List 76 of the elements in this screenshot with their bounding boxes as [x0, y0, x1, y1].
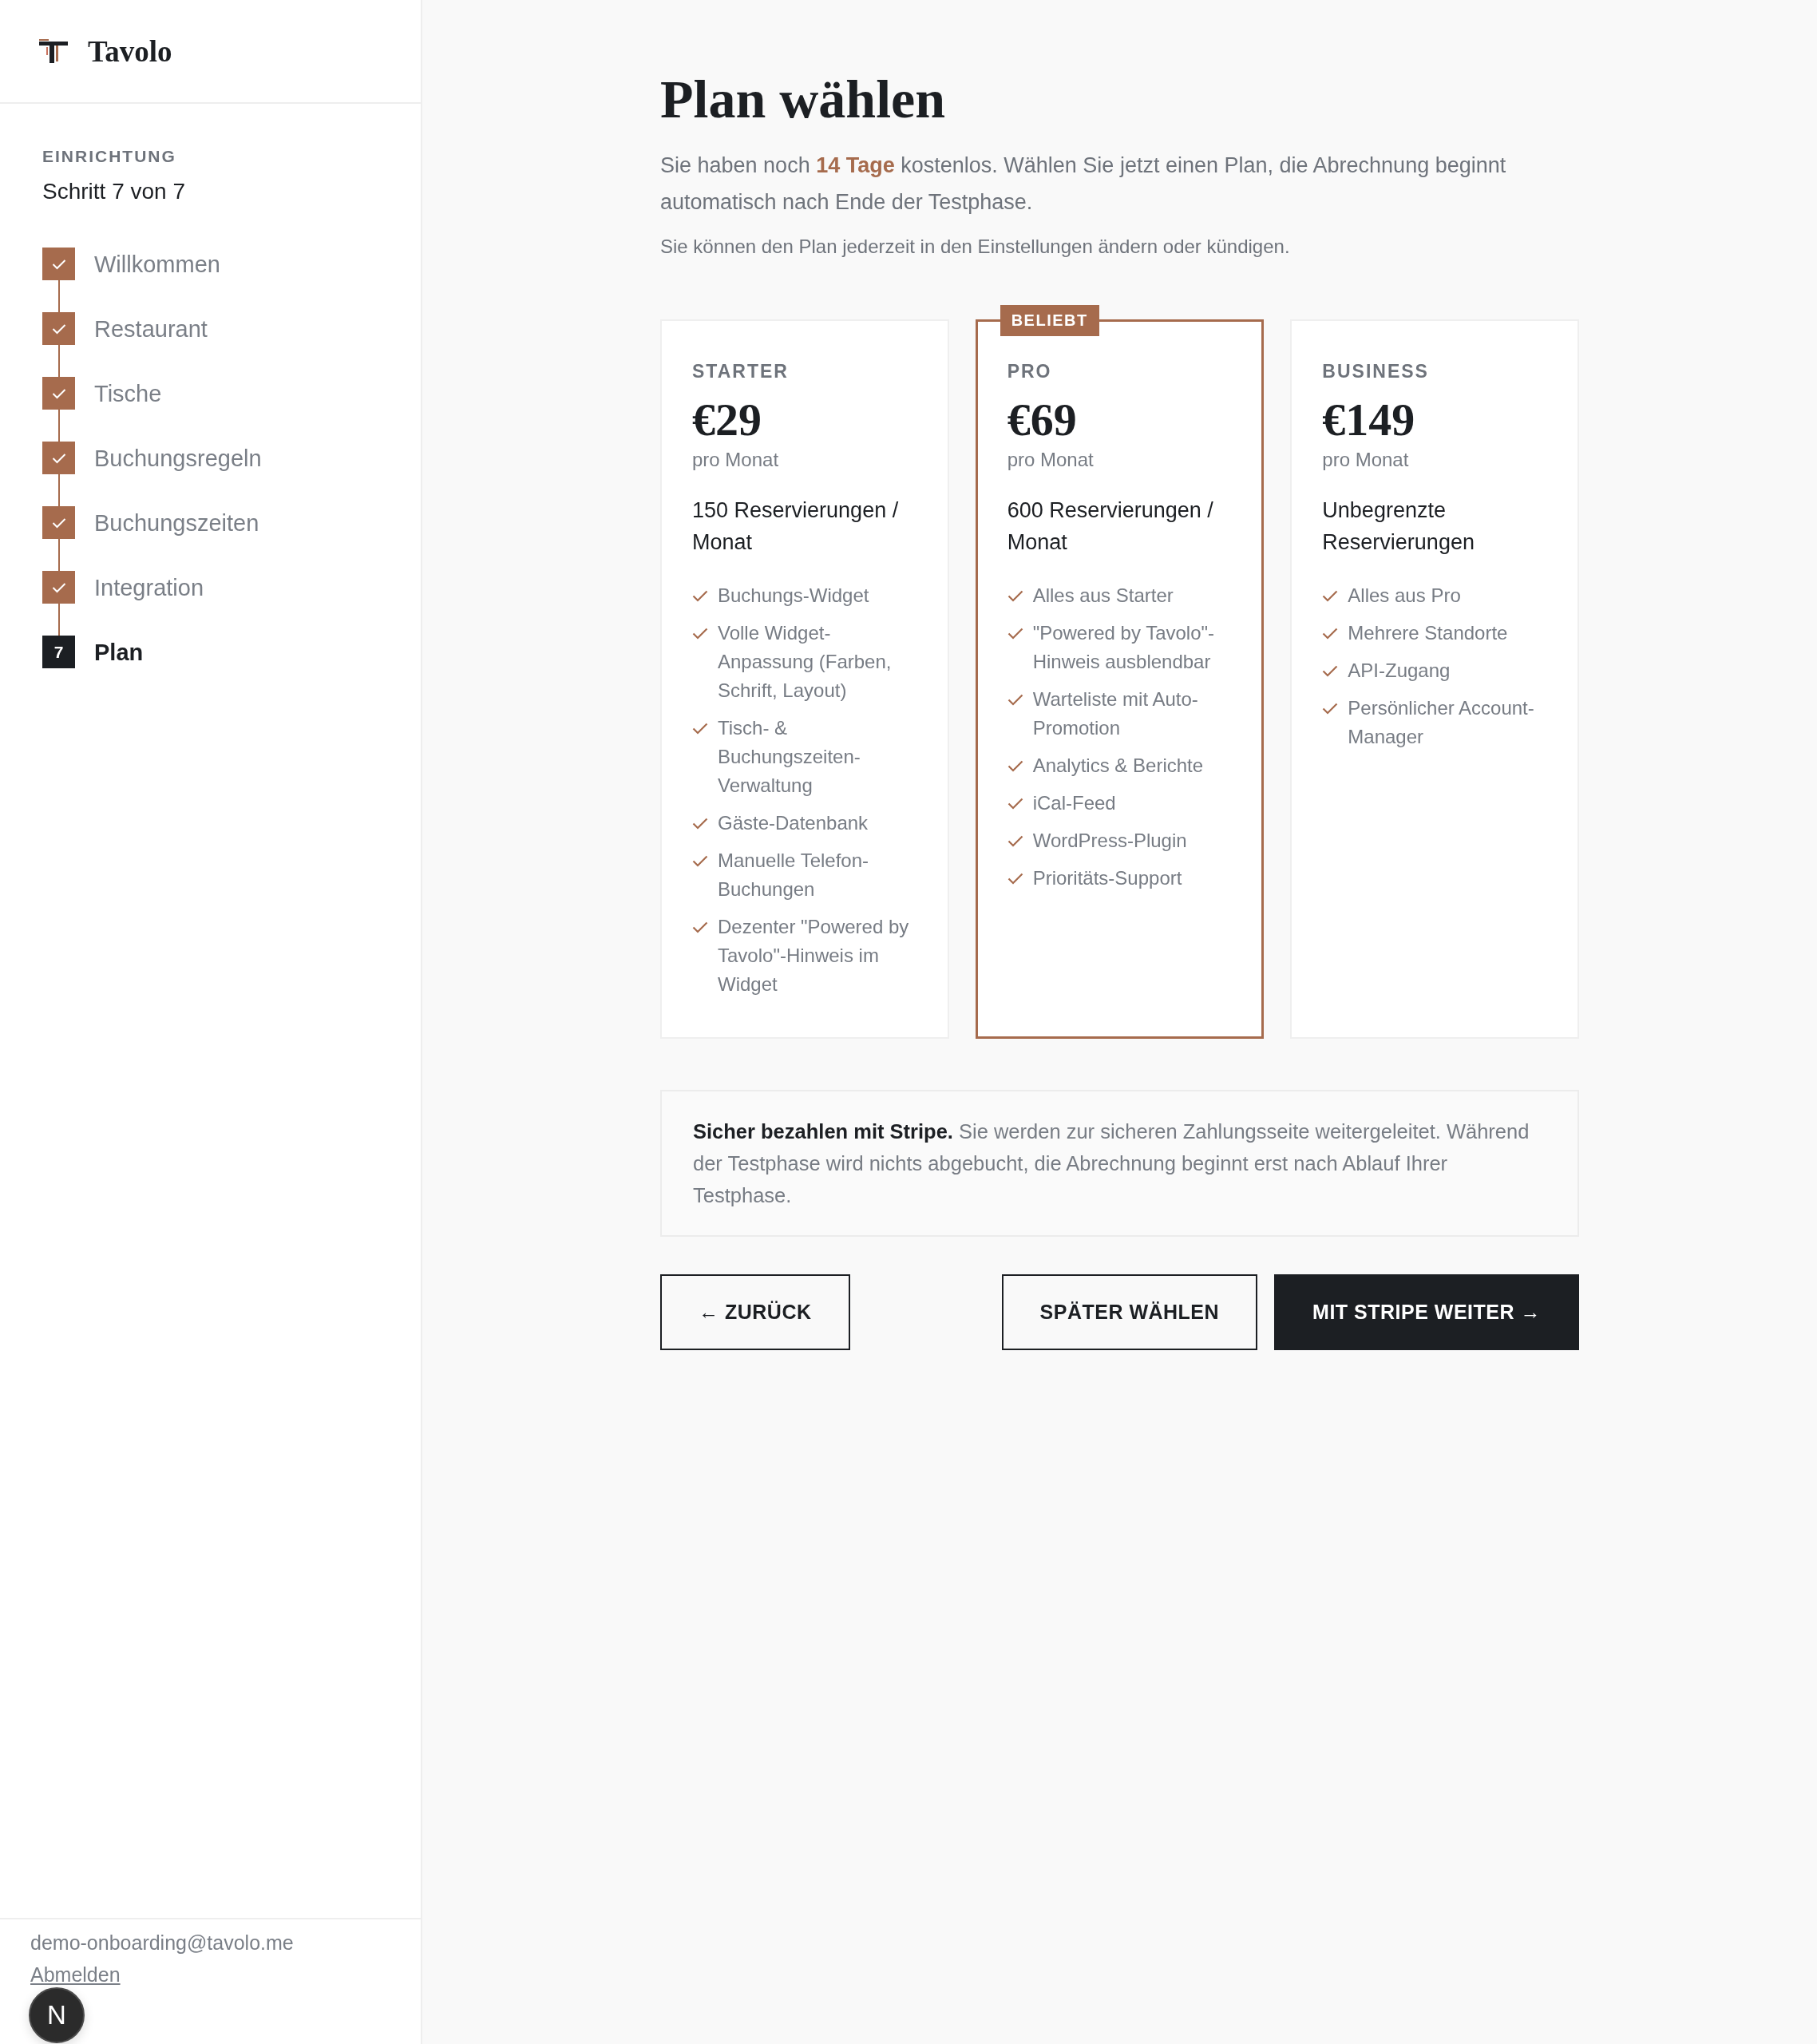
plan-quota: 600 Reservierungen / Monat — [1007, 497, 1214, 556]
check-icon — [1007, 835, 1023, 847]
feature-text: Prioritäts-Support — [1032, 866, 1182, 890]
price-period: pro Monat — [1322, 448, 1410, 472]
outline-button[interactable]: ← ZURÜCK — [660, 1274, 850, 1350]
plan-price: €69 — [1007, 394, 1078, 446]
page-title: Plan wählen — [660, 68, 947, 131]
plan-name: BUSINESS — [1322, 360, 1430, 383]
feature-text: Alles aus Starter — [1032, 584, 1174, 608]
plan-quota: 150 Reservierungen / Monat — [692, 497, 900, 556]
step-connector-line — [58, 539, 60, 571]
check-icon — [1322, 703, 1339, 715]
feature-text: Volle Widget-Anpassung (Farben, Schrift, Layout) — [718, 621, 893, 703]
step-connector-line — [58, 604, 60, 636]
feature-text: Dezenter "Powered by Tavolo"-Hinweis im Widget — [718, 915, 910, 996]
check-icon — [692, 723, 708, 735]
check-icon — [1007, 760, 1023, 772]
check-icon — [692, 590, 708, 602]
feature-text: Manuelle Telefon-Buchungen — [718, 849, 869, 901]
check-icon — [1007, 798, 1023, 810]
step-label: Integration — [94, 573, 204, 602]
step-label: Tische — [94, 379, 162, 408]
brand-name: Tavolo — [88, 34, 172, 69]
check-icon — [692, 855, 708, 867]
continue-button[interactable]: MIT STRIPE WEITER → — [1274, 1274, 1579, 1350]
check-icon — [692, 818, 708, 830]
check-icon — [1007, 628, 1023, 640]
check-icon — [1007, 590, 1023, 602]
price-period: pro Monat — [1007, 448, 1095, 472]
plan-quota: Unbegrenzte Reservierungen — [1322, 497, 1475, 556]
popular-badge: BELIEBT — [1000, 305, 1099, 336]
feature-text: Alles aus Pro — [1348, 584, 1461, 608]
check-icon — [1007, 694, 1023, 706]
plan-price: €149 — [1322, 394, 1416, 446]
feature-text: "Powered by Tavolo"-Hinweis ausblendbar — [1032, 621, 1216, 674]
check-icon — [1007, 873, 1023, 885]
outline-button[interactable]: SPÄTER WÄHLEN — [1001, 1274, 1258, 1350]
step-connector-line — [58, 410, 60, 442]
step-number: 7 — [42, 636, 75, 668]
step-connector-line — [58, 345, 60, 377]
check-icon — [1322, 665, 1339, 677]
step-connector-line — [58, 280, 60, 312]
feature-text: Buchungs-Widget — [718, 584, 869, 608]
logo-icon — [39, 39, 68, 63]
intro-text: Sie haben noch 14 Tage kostenlos. Wählen Sie jetzt einen Plan, die Abrechnung beginnt automatisch nach Ende der Testphase. — [660, 153, 1507, 216]
feature-text: Persönlicher Account-Manager — [1348, 696, 1535, 749]
step-label: Plan — [94, 638, 144, 667]
feature-text: iCal-Feed — [1032, 791, 1116, 815]
plan-name: STARTER — [692, 360, 790, 383]
feature-text: Gäste-Datenbank — [718, 811, 869, 835]
check-icon — [1322, 590, 1339, 602]
check-icon — [692, 628, 708, 640]
plan-card[interactable] — [660, 319, 949, 1039]
user-email: demo-onboarding@tavolo.me — [30, 1931, 294, 1955]
feature-text: WordPress-Plugin — [1032, 829, 1187, 853]
feature-text: Tisch- & Buchungszeiten-Verwaltung — [718, 716, 861, 798]
plan-price: €29 — [692, 394, 762, 446]
check-icon — [692, 921, 708, 933]
feature-text: Warteliste mit Auto-Promotion — [1032, 687, 1199, 740]
check-icon — [1322, 628, 1339, 640]
plan-card[interactable]: BUSINESS €149 pro Monat Unbegrenzte Reservierungen Alles aus Pro Mehrere Standorte API-Zugang Persönlicher Account-Manager — [1290, 319, 1579, 1039]
step-label: Restaurant — [94, 315, 208, 343]
section-label: EINRICHTUNG — [42, 146, 177, 167]
progress-text: Schritt 7 von 7 — [42, 178, 186, 205]
step-label: Buchungszeiten — [94, 509, 259, 537]
price-period: pro Monat — [692, 448, 780, 472]
feature-text: API-Zugang — [1348, 659, 1451, 683]
plan-name: PRO — [1007, 360, 1053, 383]
payment-notice: Sicher bezahlen mit Stripe. Sie werden zur sicheren Zahlungsseite weitergeleitet. Während der Testphase wird nichts abgebucht, die Abrechnung beginnt erst nach Ablauf Ihrer Testphase. — [660, 1090, 1579, 1237]
step-connector-line — [58, 474, 60, 506]
logout-link[interactable]: Abmelden — [30, 1963, 121, 1987]
feature-text: Mehrere Standorte — [1348, 621, 1508, 645]
feature-text: Analytics & Berichte — [1032, 754, 1204, 778]
step-label: Willkommen — [94, 250, 220, 279]
step-label: Buchungsregeln — [94, 444, 262, 473]
note-text: Sie können den Plan jederzeit in den Einstellungen ändern oder kündigen. — [660, 235, 1291, 259]
